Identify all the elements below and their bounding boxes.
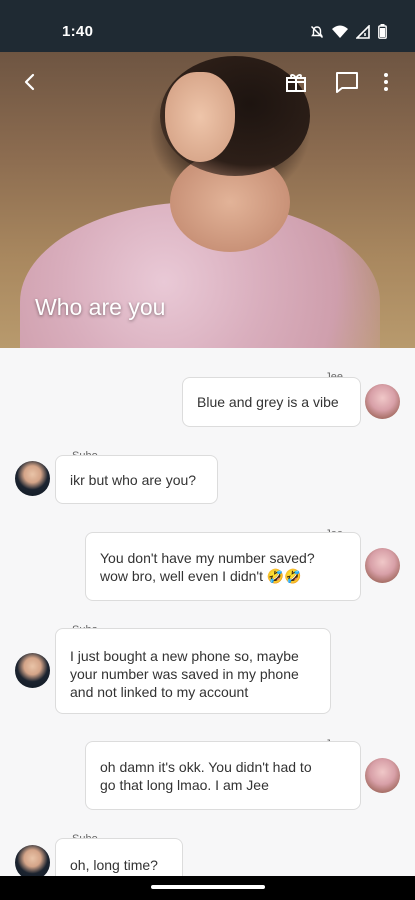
message-item: Suho I just bought a new phone so, maybe… [0, 618, 415, 728]
avatar[interactable] [15, 461, 50, 496]
status-bar: 1:40 [0, 0, 415, 52]
status-time: 1:40 [62, 23, 94, 40]
message-item: Suho ikr but who are you? [0, 438, 415, 518]
home-gesture-handle[interactable] [151, 885, 265, 889]
status-icons [310, 24, 387, 39]
message-item: Jee oh damn it's okk. You didn't had to … [0, 728, 415, 828]
avatar[interactable] [15, 845, 50, 876]
message-bubble[interactable]: oh, long time? [55, 838, 183, 876]
message-item: Suho oh, long time? [0, 828, 415, 876]
back-arrow-icon [24, 73, 35, 91]
more-vertical-icon [384, 73, 388, 91]
comments-button[interactable] [334, 70, 360, 99]
photo-face [165, 72, 235, 162]
wifi-icon [332, 25, 348, 38]
chat-title: Who are you [35, 294, 166, 320]
avatar[interactable] [365, 758, 400, 793]
back-button[interactable] [18, 70, 42, 99]
message-bubble[interactable]: I just bought a new phone so, maybe your… [55, 628, 331, 714]
chat-bubble-icon [336, 72, 358, 93]
message-bubble[interactable]: Blue and grey is a vibe [182, 377, 361, 427]
message-list[interactable]: Jee Blue and grey is a vibe Suho ikr but… [0, 348, 415, 876]
avatar[interactable] [365, 384, 400, 419]
avatar[interactable] [365, 548, 400, 583]
gift-icon [286, 74, 306, 92]
battery-icon [378, 24, 387, 39]
message-bubble[interactable]: ikr but who are you? [55, 455, 218, 504]
message-bubble[interactable]: You don't have my number saved? wow bro,… [85, 532, 361, 601]
mute-icon [310, 25, 324, 38]
message-item: Jee Blue and grey is a vibe [0, 348, 415, 438]
signal-icon [356, 24, 370, 39]
navigation-bar [0, 876, 415, 900]
chat-header-photo: Who are you [0, 52, 415, 348]
message-bubble[interactable]: oh damn it's okk. You didn't had to go t… [85, 741, 361, 810]
message-item: Jee You don't have my number saved? wow … [0, 518, 415, 618]
more-options-button[interactable] [382, 70, 390, 99]
gift-button[interactable] [284, 70, 308, 99]
avatar[interactable] [15, 653, 50, 688]
